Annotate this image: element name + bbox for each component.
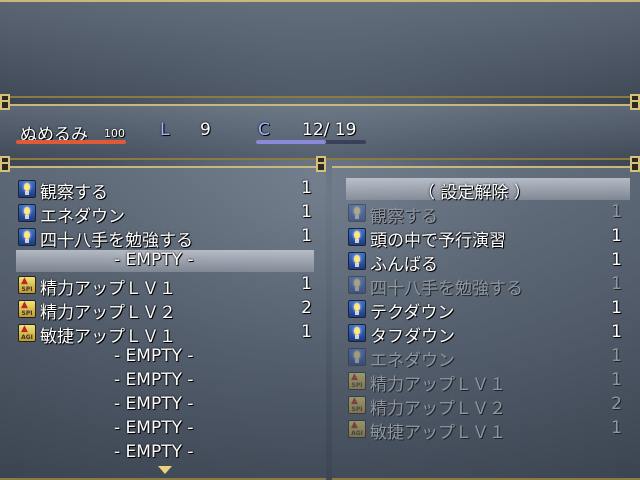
skill-count: 1 (611, 250, 622, 270)
list-item[interactable]: SPI 精力アップＬＶ２ 2 (16, 297, 316, 323)
list-item-empty[interactable]: - EMPTY - (16, 345, 316, 369)
skill-label: 頭の中で予行演習 (370, 231, 506, 251)
skill-label: エネダウン (370, 351, 455, 371)
skill-label: 四十八手を勉強する (40, 231, 193, 251)
empty-slot-label: - EMPTY - (114, 346, 194, 366)
skill-label: 精力アップＬＶ２ (40, 303, 176, 323)
skill-count: 1 (611, 202, 622, 222)
skill-count: 1 (611, 418, 622, 438)
skill-label: エネダウン (40, 207, 125, 227)
frame-corner (0, 162, 10, 172)
list-item[interactable]: 観察する 1 (346, 201, 630, 227)
skill-count: 1 (611, 346, 622, 366)
bulb-icon (348, 300, 366, 318)
empty-slot-label: - EMPTY - (114, 442, 194, 462)
c-bar-fill (256, 140, 326, 144)
bulb-icon (18, 228, 36, 246)
list-item[interactable]: SPI 精力アップＬＶ１ 1 (16, 273, 316, 299)
bulb-icon (348, 324, 366, 342)
skill-count: 1 (611, 226, 622, 246)
bulb-icon (348, 276, 366, 294)
character-level-small: 100 (104, 127, 125, 140)
spi-up-icon: SPI (18, 300, 36, 318)
frame-corner (630, 100, 640, 110)
list-item-empty[interactable]: - EMPTY - (16, 417, 316, 441)
empty-slot-label: - EMPTY - (114, 418, 194, 438)
list-item[interactable]: SPI 精力アップＬＶ１ 1 (346, 369, 630, 395)
spi-up-icon: SPI (18, 276, 36, 294)
list-item[interactable]: エネダウン 1 (346, 345, 630, 371)
skill-count: 1 (611, 274, 622, 294)
skill-count: 1 (301, 322, 312, 342)
list-item[interactable]: 四十八手を勉強する 1 (16, 225, 316, 251)
frame-corner (630, 162, 640, 172)
skill-label: 精力アップＬＶ１ (40, 279, 176, 299)
empty-slot-label: - EMPTY - (114, 370, 194, 390)
list-item[interactable]: 頭の中で予行演習 1 (346, 225, 630, 251)
list-item[interactable]: AGI 敏捷アップＬＶ１ 1 (346, 417, 630, 443)
l-value: 9 (200, 120, 211, 140)
list-item-empty[interactable]: - EMPTY - (16, 441, 316, 465)
list-item-empty[interactable]: - EMPTY - (16, 369, 316, 393)
spi-up-icon: SPI (348, 396, 366, 414)
skill-label: テクダウン (370, 303, 455, 323)
skill-count: 1 (611, 322, 622, 342)
list-item[interactable]: タフダウン 1 (346, 321, 630, 347)
bulb-icon (18, 204, 36, 222)
list-item[interactable]: エネダウン 1 (16, 201, 316, 227)
c-value: 12/ 19 (302, 120, 357, 140)
c-label: C (258, 120, 270, 140)
skill-count: 1 (611, 298, 622, 318)
skill-count: 2 (611, 394, 622, 414)
skill-count: 1 (301, 274, 312, 294)
list-item[interactable]: AGI 敏捷アップＬＶ１ 1 (16, 321, 316, 347)
bulb-icon (348, 252, 366, 270)
list-item[interactable]: ふんばる 1 (346, 249, 630, 275)
bulb-icon (18, 180, 36, 198)
bulb-icon (348, 348, 366, 366)
skill-label: 観察する (40, 183, 108, 203)
top-panel (0, 0, 640, 98)
skill-label: ふんばる (370, 255, 438, 275)
skill-label: 精力アップＬＶ１ (370, 375, 506, 395)
bulb-icon (348, 228, 366, 246)
empty-slot-label: - EMPTY - (114, 394, 194, 414)
skill-label: 四十八手を勉強する (370, 279, 523, 299)
hp-bar (16, 140, 126, 144)
skill-count: 1 (301, 178, 312, 198)
skill-label: 敏捷アップＬＶ１ (370, 423, 506, 443)
spi-up-icon: SPI (348, 372, 366, 390)
skill-count: 1 (611, 370, 622, 390)
list-item[interactable]: 四十八手を勉強する 1 (346, 273, 630, 299)
skill-label: タフダウン (370, 327, 455, 347)
c-bar (256, 140, 366, 144)
agi-up-icon: AGI (18, 324, 36, 342)
agi-up-icon: AGI (348, 420, 366, 438)
skill-count: 1 (301, 202, 312, 222)
skill-label: 敏捷アップＬＶ１ (40, 327, 176, 347)
list-item[interactable]: SPI 精力アップＬＶ２ 2 (346, 393, 630, 419)
scroll-down-arrow-icon[interactable] (158, 466, 172, 474)
list-item[interactable]: テクダウン 1 (346, 297, 630, 323)
unset-option[interactable]: （ 設定解除 ） (418, 178, 531, 203)
skill-count: 1 (301, 226, 312, 246)
list-item-empty[interactable]: - EMPTY - (16, 249, 316, 273)
l-label: L (160, 120, 170, 140)
list-item-empty[interactable]: - EMPTY - (16, 393, 316, 417)
frame-corner (0, 100, 10, 110)
frame-corner (316, 162, 326, 172)
skill-label: 観察する (370, 207, 438, 227)
list-item[interactable]: 観察する 1 (16, 177, 316, 203)
skill-label: 精力アップＬＶ２ (370, 399, 506, 419)
bulb-icon (348, 204, 366, 222)
skill-count: 2 (301, 298, 312, 318)
empty-slot-label: - EMPTY - (114, 250, 194, 270)
